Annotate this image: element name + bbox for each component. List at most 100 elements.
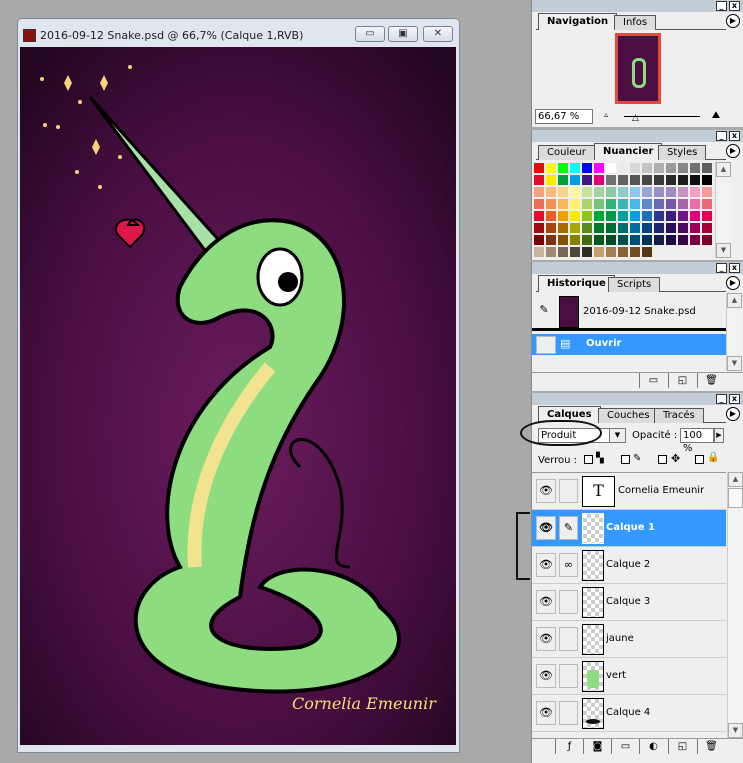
swatch[interactable] — [677, 162, 689, 174]
eye-icon[interactable]: 👁 — [536, 590, 556, 614]
swatch[interactable] — [557, 246, 569, 258]
tab-nuancier[interactable]: Nuancier — [594, 143, 663, 160]
chain-link-icon[interactable]: ∞ — [559, 553, 578, 577]
close-panel-button[interactable]: x — [729, 1, 740, 11]
eye-icon[interactable]: 👁 — [536, 701, 556, 725]
navigator-thumbnail[interactable] — [615, 33, 661, 104]
lock-transparency-checkbox[interactable] — [584, 455, 593, 464]
swatch[interactable] — [557, 222, 569, 234]
lock-all-checkbox[interactable] — [695, 455, 704, 464]
swatch[interactable] — [653, 198, 665, 210]
swatch[interactable] — [617, 162, 629, 174]
history-item-ouvrir[interactable]: ▤ Ouvrir — [532, 334, 726, 355]
swatch[interactable] — [545, 198, 557, 210]
swatch[interactable] — [665, 186, 677, 198]
swatch[interactable] — [569, 186, 581, 198]
swatch[interactable] — [533, 210, 545, 222]
swatch[interactable] — [677, 222, 689, 234]
swatch[interactable] — [689, 174, 701, 186]
swatch[interactable] — [545, 234, 557, 246]
swatch[interactable] — [641, 198, 653, 210]
panel-menu-icon[interactable]: ▶ — [726, 407, 740, 421]
swatch[interactable] — [605, 186, 617, 198]
history-brush-icon[interactable]: ✎ — [536, 303, 552, 319]
swatch[interactable] — [557, 210, 569, 222]
layer-style-button[interactable]: ƒ — [555, 739, 583, 754]
panel-menu-icon[interactable]: ▶ — [726, 14, 740, 28]
swatch[interactable] — [677, 186, 689, 198]
close-panel-button[interactable]: x — [729, 131, 740, 141]
document-canvas[interactable]: Cornelia Emeunir — [20, 47, 456, 745]
swatch[interactable] — [581, 162, 593, 174]
swatch[interactable] — [569, 246, 581, 258]
swatch[interactable] — [665, 198, 677, 210]
eye-icon[interactable]: 👁 — [536, 553, 556, 577]
link-toggle[interactable] — [559, 590, 578, 614]
swatch[interactable] — [641, 246, 653, 258]
swatch[interactable] — [629, 234, 641, 246]
swatch[interactable] — [581, 234, 593, 246]
swatch[interactable] — [629, 210, 641, 222]
link-toggle[interactable] — [559, 664, 578, 688]
swatch[interactable] — [641, 174, 653, 186]
swatch[interactable] — [653, 210, 665, 222]
swatch[interactable] — [617, 174, 629, 186]
swatch[interactable] — [665, 174, 677, 186]
link-toggle[interactable] — [559, 701, 578, 725]
swatch[interactable] — [641, 162, 653, 174]
swatch[interactable] — [617, 198, 629, 210]
close-panel-button[interactable]: x — [729, 263, 740, 273]
swatch[interactable] — [701, 198, 713, 210]
swatch[interactable] — [629, 174, 641, 186]
layer-row[interactable]: 👁 Calque 3 — [532, 584, 726, 621]
swatch[interactable] — [593, 174, 605, 186]
swatch[interactable] — [701, 186, 713, 198]
add-mask-button[interactable]: ◙ — [583, 739, 611, 754]
swatch[interactable] — [665, 162, 677, 174]
swatch[interactable] — [605, 162, 617, 174]
swatch[interactable] — [593, 186, 605, 198]
layer-row-text[interactable]: 👁 T Cornelia Emeunir — [532, 473, 726, 510]
tab-styles[interactable]: Styles — [658, 145, 707, 160]
link-toggle[interactable] — [559, 627, 578, 651]
swatch[interactable] — [557, 234, 569, 246]
tab-scripts[interactable]: Scripts — [608, 277, 661, 292]
swatch[interactable] — [689, 234, 701, 246]
swatch[interactable] — [581, 198, 593, 210]
swatch[interactable] — [605, 246, 617, 258]
swatch[interactable] — [641, 222, 653, 234]
layer-row[interactable]: 👁 Calque 4 — [532, 695, 726, 732]
swatch[interactable] — [533, 234, 545, 246]
delete-state-button[interactable]: 🗑 — [697, 373, 725, 388]
swatch[interactable] — [629, 198, 641, 210]
swatch[interactable] — [593, 234, 605, 246]
swatch[interactable] — [677, 210, 689, 222]
swatch[interactable] — [653, 186, 665, 198]
swatch[interactable] — [581, 222, 593, 234]
swatch[interactable] — [653, 162, 665, 174]
history-snapshot[interactable]: ✎ 2016-09-12 Snake.psd — [532, 293, 726, 331]
swatch[interactable] — [665, 234, 677, 246]
swatch[interactable] — [701, 174, 713, 186]
eye-icon[interactable]: 👁 — [536, 627, 556, 651]
swatch[interactable] — [605, 210, 617, 222]
swatch[interactable] — [617, 210, 629, 222]
swatch[interactable] — [557, 186, 569, 198]
swatch[interactable] — [605, 174, 617, 186]
swatch[interactable] — [701, 234, 713, 246]
swatch[interactable] — [653, 234, 665, 246]
layers-scrollbar[interactable]: ▲ ▼ — [727, 472, 743, 738]
swatch[interactable] — [665, 222, 677, 234]
swatch[interactable] — [689, 198, 701, 210]
swatch[interactable] — [533, 222, 545, 234]
tab-navigation[interactable]: Navigation — [538, 13, 618, 30]
panel-menu-icon[interactable]: ▶ — [726, 144, 740, 158]
swatch[interactable] — [581, 246, 593, 258]
layer-row[interactable]: 👁 vert — [532, 658, 726, 695]
swatch[interactable] — [605, 198, 617, 210]
zoom-slider-handle[interactable]: △ — [632, 113, 639, 123]
zoom-input[interactable]: 66,67 % — [535, 109, 593, 124]
close-button[interactable]: ✕ — [423, 26, 453, 42]
tab-infos[interactable]: Infos — [614, 15, 657, 30]
swatch[interactable] — [665, 210, 677, 222]
